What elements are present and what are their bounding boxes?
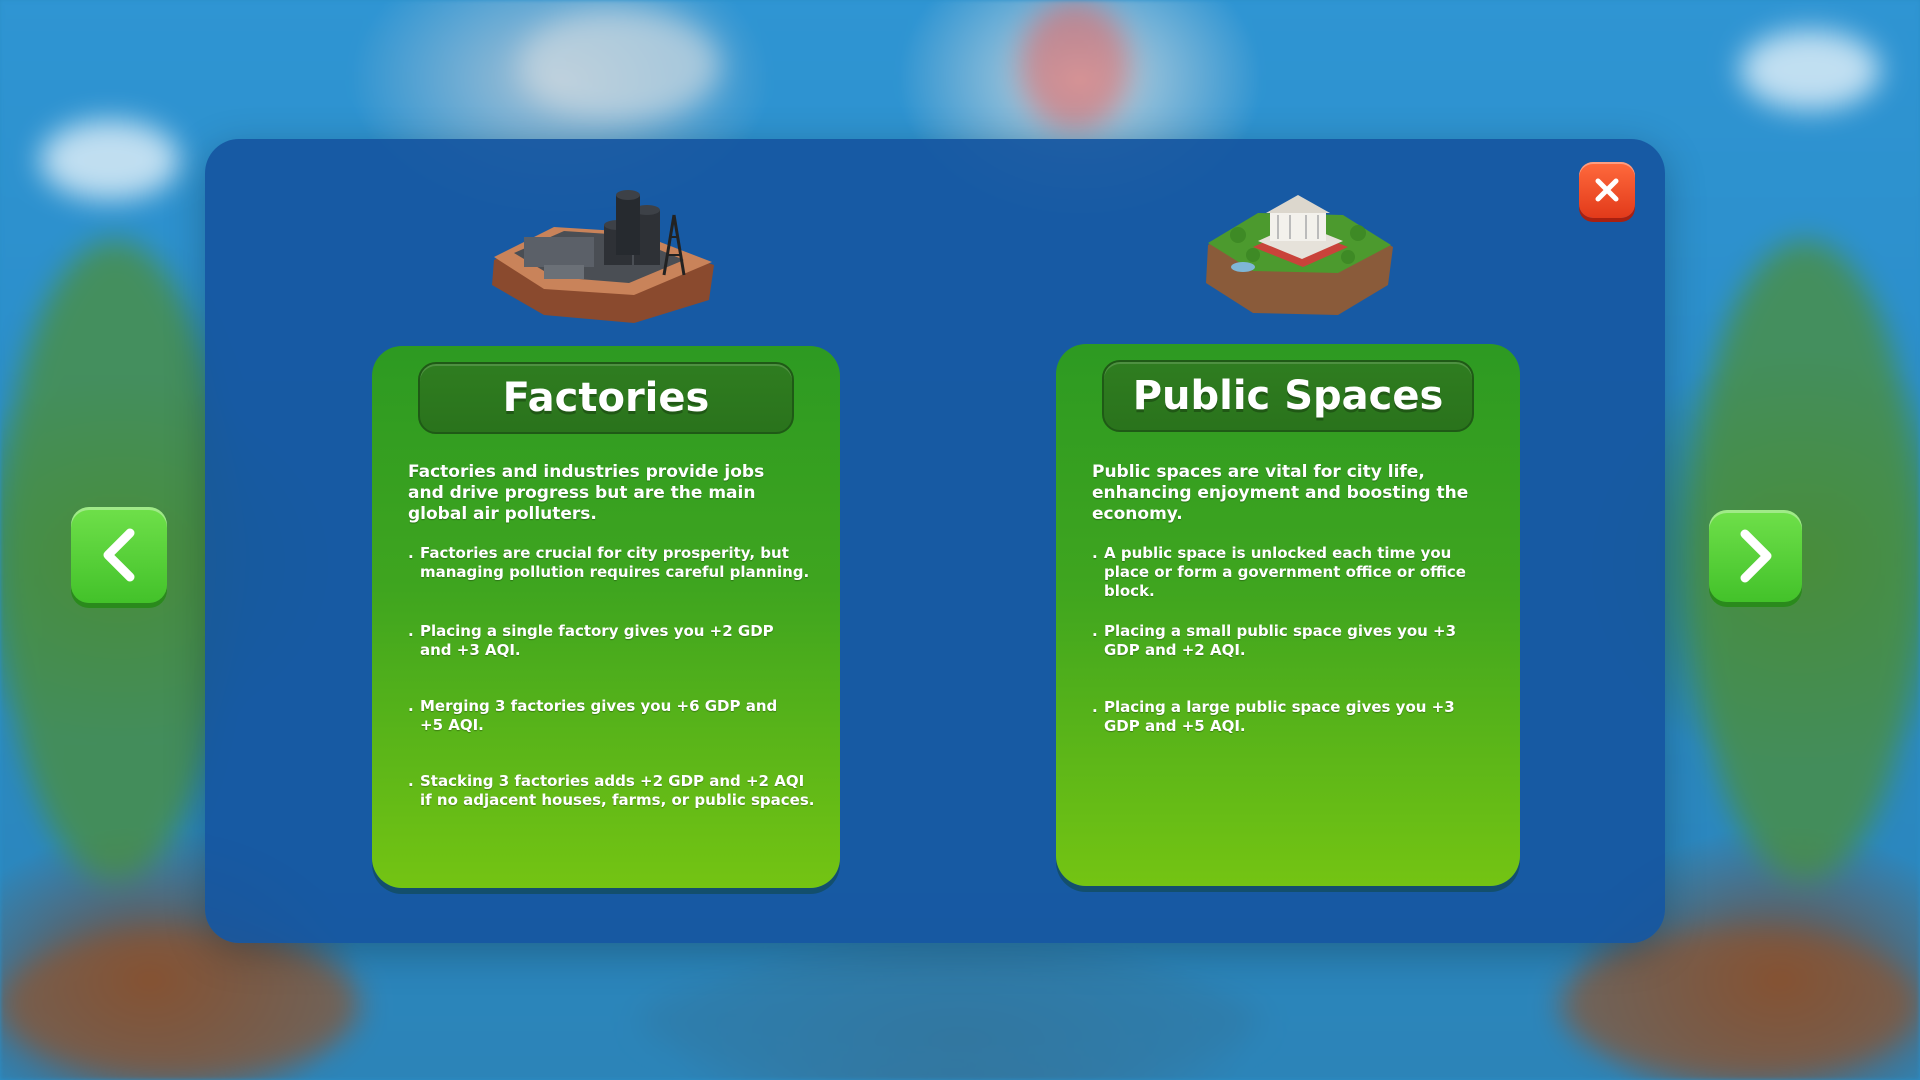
close-icon xyxy=(1595,178,1619,202)
public-spaces-intro: Public spaces are vital for city life, e… xyxy=(1092,462,1469,524)
public-space-illustration xyxy=(1198,175,1398,325)
public-spaces-card: Public Spaces Public spaces are vital fo… xyxy=(1056,344,1520,886)
factories-bullet-1: . Factories are crucial for city prosper… xyxy=(408,544,810,581)
factories-bullet-2: . Placing a single factory gives you +2 … xyxy=(408,622,774,659)
public-spaces-bullet-1: . A public space is unlocked each time y… xyxy=(1092,544,1466,600)
public-spaces-bullet-2: . Placing a small public space gives you… xyxy=(1092,622,1457,659)
factories-card: Factories Factories and industries provi… xyxy=(372,346,840,888)
factories-bullet-4: . Stacking 3 factories adds +2 GDP and +… xyxy=(408,772,815,809)
chevron-left-icon xyxy=(103,528,135,582)
factories-bullet-3: . Merging 3 factories gives you +6 GDP a… xyxy=(408,697,778,734)
close-button[interactable] xyxy=(1579,162,1635,218)
factories-title: Factories xyxy=(418,362,794,434)
public-spaces-title: Public Spaces xyxy=(1102,360,1474,432)
chevron-right-icon xyxy=(1740,529,1771,583)
factory-illustration xyxy=(484,165,724,325)
previous-button[interactable] xyxy=(71,507,167,603)
factories-intro: Factories and industries provide jobs an… xyxy=(408,462,765,524)
public-spaces-bullet-3: . Placing a large public space gives you… xyxy=(1092,698,1455,735)
next-button[interactable] xyxy=(1709,510,1802,602)
